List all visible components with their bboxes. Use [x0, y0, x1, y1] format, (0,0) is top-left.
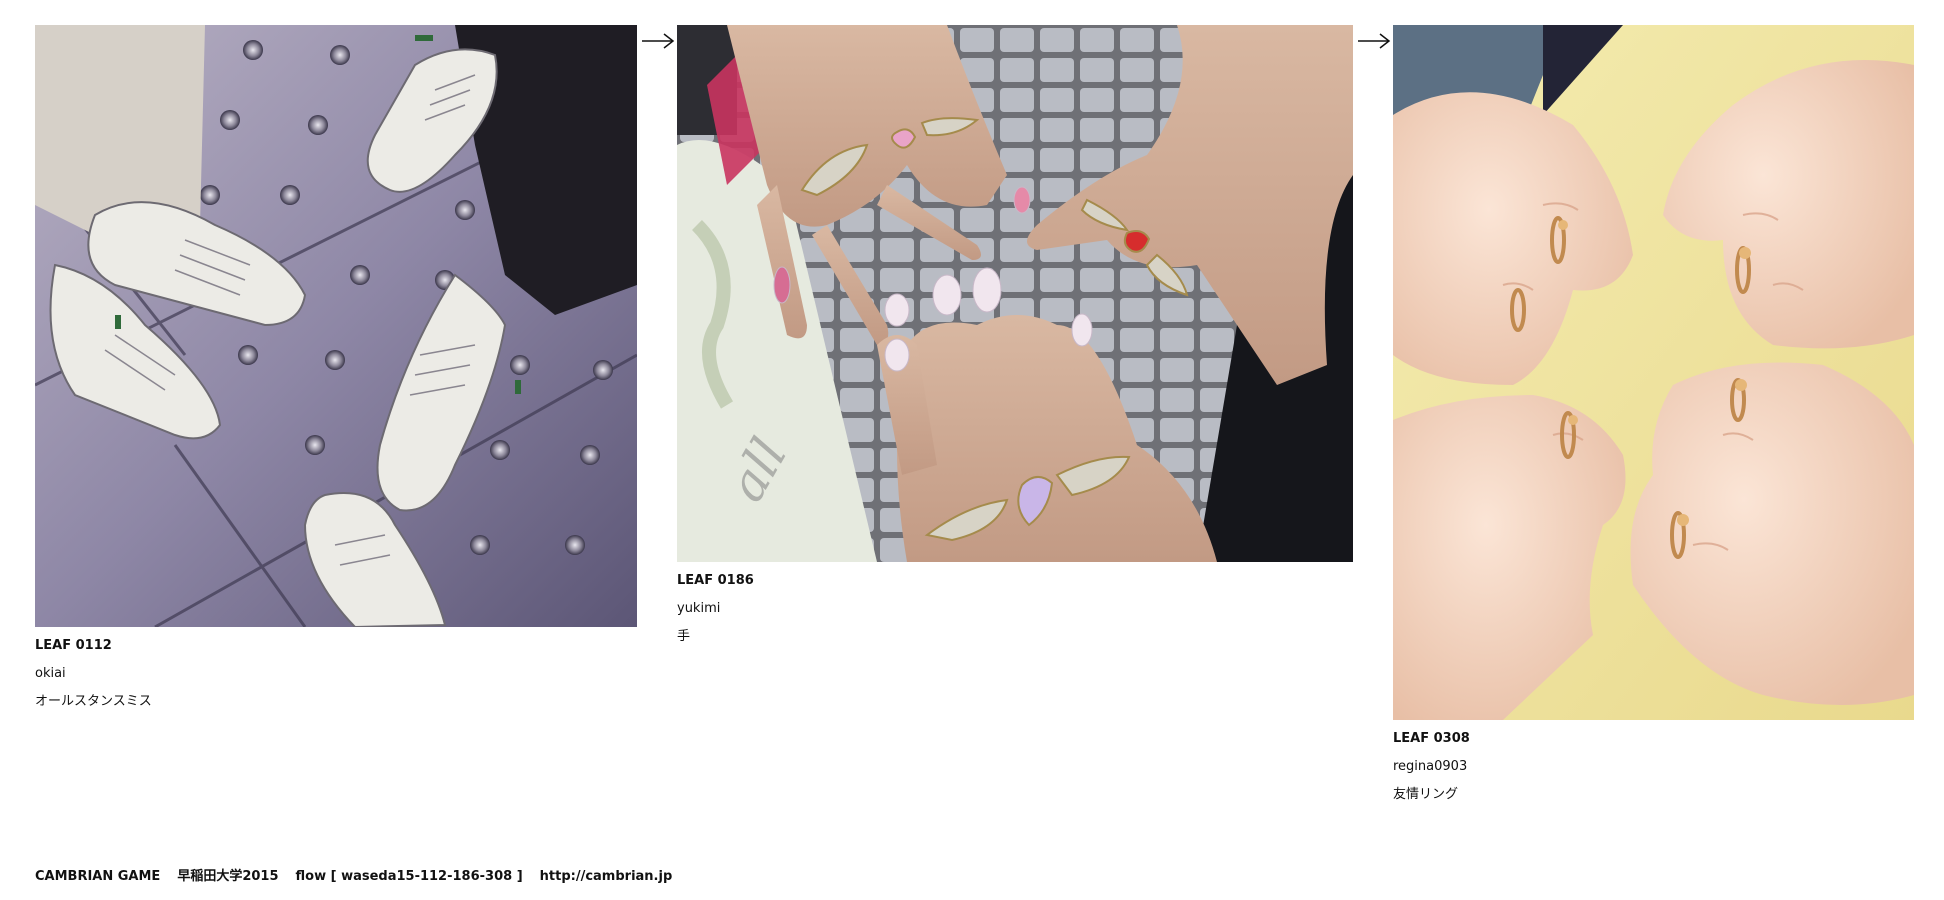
footer-event: 早稲田大学2015: [177, 869, 279, 884]
leaf-id[interactable]: LEAF 0186: [677, 573, 754, 589]
leaf-caption: 友情リング: [1393, 787, 1459, 802]
leaf-photo[interactable]: [1393, 25, 1914, 720]
leaf-id[interactable]: LEAF 0308: [1393, 731, 1470, 747]
friendship-rings-photo: [1393, 25, 1914, 720]
leaf-id[interactable]: LEAF 0112: [35, 638, 112, 654]
leaf-user[interactable]: regina0903: [1393, 759, 1467, 775]
leaf-card-0186: all LEAF 0186 yukimi 手: [677, 25, 1353, 644]
leaf-photo[interactable]: [35, 25, 637, 627]
leaf-caption: オールスタンスミス: [35, 694, 152, 709]
leaf-card-0308: LEAF 0308 regina0903 友情リング: [1393, 25, 1914, 802]
footer: CAMBRIAN GAME 早稲田大学2015 flow [ waseda15-…: [35, 869, 672, 885]
hands-rings-photo: all: [677, 25, 1353, 562]
leaf-caption: 手: [677, 629, 691, 644]
footer-project: CAMBRIAN GAME: [35, 869, 161, 884]
right-arrow-icon: [1358, 33, 1391, 49]
leaf-user[interactable]: okiai: [35, 666, 66, 682]
right-arrow-icon: [642, 33, 675, 49]
leaf-user[interactable]: yukimi: [677, 601, 720, 617]
footer-url-link[interactable]: http://cambrian.jp: [540, 869, 673, 885]
leaf-card-0112: LEAF 0112 okiai オールスタンスミス: [35, 25, 637, 709]
leaf-photo[interactable]: all: [677, 25, 1353, 562]
sneakers-photo: [35, 25, 637, 627]
footer-flow: flow [ waseda15-112-186-308 ]: [295, 869, 523, 884]
